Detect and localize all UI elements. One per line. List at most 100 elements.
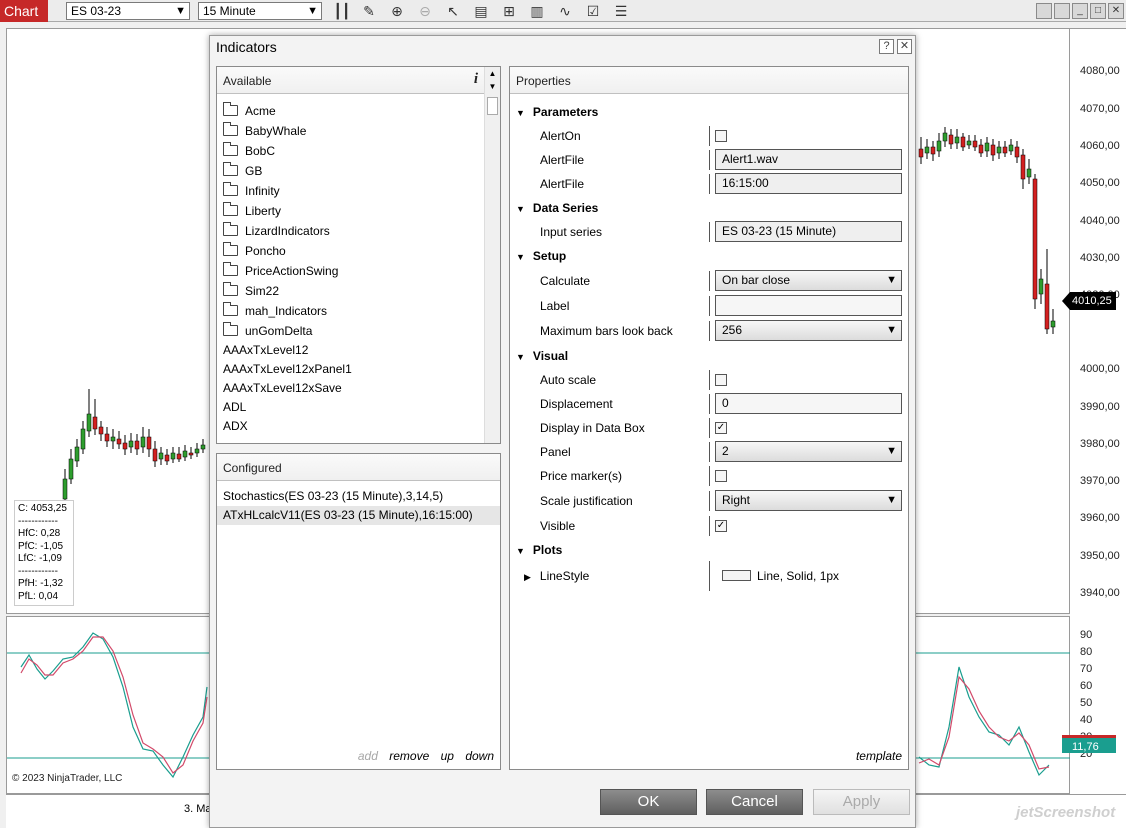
category-parameters[interactable]: ▼ Parameters: [516, 105, 598, 119]
price-candle: [996, 141, 1002, 159]
indicator-item[interactable]: AAAxTxLevel12: [217, 341, 485, 360]
properties-icon[interactable]: ☑: [584, 2, 602, 20]
available-list[interactable]: Acme BabyWhale BobC GB Infinity Liberty Lizard…: [217, 95, 485, 443]
folder-item[interactable]: Sim22: [217, 281, 485, 301]
available-scrollbar[interactable]: ▲ ▼: [484, 67, 500, 443]
collapse-icon: ▼: [516, 352, 525, 362]
price-candle: [110, 429, 116, 449]
folder-item[interactable]: BabyWhale: [217, 121, 485, 141]
scalejust-select[interactable]: Right ▼: [715, 490, 902, 511]
visible-checkbox[interactable]: ✓: [715, 520, 727, 532]
databox-checkbox[interactable]: ✓: [715, 422, 727, 434]
price-axis[interactable]: 4080,00 4070,00 4060,00 4050,00 4040,00 4030,…: [1070, 28, 1126, 794]
zoom-in-icon[interactable]: ⊕: [388, 2, 406, 20]
oscillator-value-marker: 11,76: [1062, 735, 1116, 753]
price-candle: [918, 137, 924, 164]
alertfile2-field[interactable]: 16:15:00: [715, 173, 902, 194]
help-button[interactable]: ?: [879, 39, 894, 54]
list-icon[interactable]: ☰: [612, 2, 630, 20]
alerton-checkbox[interactable]: [715, 130, 727, 142]
displacement-field[interactable]: 0: [715, 393, 902, 414]
remove-link[interactable]: remove: [389, 749, 429, 763]
linestyle-value[interactable]: Line, Solid, 1px: [757, 569, 839, 583]
bars-chart-icon[interactable]: ▥: [528, 2, 546, 20]
folder-item[interactable]: GB: [217, 161, 485, 181]
category-setup[interactable]: ▼ Setup: [516, 249, 566, 263]
configured-item[interactable]: ATxHLcalcV11(ES 03-23 (15 Minute),16:15:…: [217, 506, 500, 525]
category-data-series[interactable]: ▼ Data Series: [516, 201, 598, 215]
category-visual[interactable]: ▼ Visual: [516, 349, 568, 363]
folder-item[interactable]: Liberty: [217, 201, 485, 221]
data-box-icon[interactable]: ▤: [472, 2, 490, 20]
up-link[interactable]: up: [441, 749, 454, 763]
maxbars-label: Maximum bars look back: [540, 324, 673, 338]
bar-type-icon[interactable]: ┃┃: [333, 2, 351, 20]
price-candle: [1038, 269, 1044, 304]
scroll-down-icon[interactable]: ▼: [485, 80, 500, 93]
indicators-icon[interactable]: ⊞: [500, 2, 518, 20]
window-option2-button[interactable]: [1054, 3, 1070, 19]
calculate-value: On bar close: [722, 273, 791, 287]
folder-item[interactable]: Infinity: [217, 181, 485, 201]
databox-separator: ------------: [18, 565, 58, 577]
dialog-close-button[interactable]: ✕: [897, 39, 912, 54]
strategy-icon[interactable]: ∿: [556, 2, 574, 20]
info-icon[interactable]: i: [474, 71, 478, 88]
configured-item[interactable]: Stochastics(ES 03-23 (15 Minute),3,14,5): [217, 487, 500, 506]
calculate-select[interactable]: On bar close ▼: [715, 270, 902, 291]
apply-button[interactable]: Apply: [813, 789, 910, 815]
pointer-icon[interactable]: ↖: [444, 2, 462, 20]
category-label: Parameters: [532, 105, 599, 119]
down-link[interactable]: down: [465, 749, 494, 763]
close-window-button[interactable]: ✕: [1108, 3, 1124, 19]
interval-select[interactable]: 15 Minute ▼: [198, 2, 322, 20]
databox-pfh: PfH: -1,32: [18, 578, 64, 589]
minimize-button[interactable]: _: [1072, 3, 1088, 19]
alertfile-field[interactable]: Alert1.wav: [715, 149, 902, 170]
available-title: Available: [223, 74, 272, 88]
folder-item[interactable]: PriceActionSwing: [217, 261, 485, 281]
folder-item[interactable]: unGomDelta: [217, 321, 485, 341]
indicator-item[interactable]: AAAxTxLevel12xSave: [217, 379, 485, 398]
price-candle: [948, 129, 954, 149]
instrument-select[interactable]: ES 03-23 ▼: [66, 2, 190, 20]
maxbars-select[interactable]: 256 ▼: [715, 320, 902, 341]
folder-item[interactable]: LizardIndicators: [217, 221, 485, 241]
cancel-button[interactable]: Cancel: [706, 789, 803, 815]
folder-item[interactable]: Poncho: [217, 241, 485, 261]
available-header: Available i: [217, 67, 500, 94]
line-swatch-icon[interactable]: [722, 570, 751, 581]
pencil-icon[interactable]: ✎: [360, 2, 378, 20]
folder-item[interactable]: mah_Indicators: [217, 301, 485, 321]
pricemarker-label: Price marker(s): [540, 469, 623, 483]
alertfile-label: AlertFile: [540, 153, 585, 167]
folder-label: PriceActionSwing: [245, 264, 339, 278]
template-link[interactable]: template: [856, 749, 902, 763]
alertfile2-label: AlertFile: [540, 177, 585, 191]
scroll-thumb[interactable]: [487, 97, 498, 115]
zoom-out-icon[interactable]: ⊖: [416, 2, 434, 20]
instrument-value: ES 03-23: [71, 4, 122, 18]
panel-select[interactable]: 2 ▼: [715, 441, 902, 462]
indicator-item[interactable]: ADL: [217, 398, 485, 417]
divider: [709, 296, 710, 316]
window-option-button[interactable]: [1036, 3, 1052, 19]
folder-item[interactable]: Acme: [217, 101, 485, 121]
scroll-up-icon[interactable]: ▲: [485, 67, 500, 80]
pricemarker-checkbox[interactable]: [715, 470, 727, 482]
category-plots[interactable]: ▼ Plots: [516, 543, 562, 557]
ok-button[interactable]: OK: [600, 789, 697, 815]
price-candle: [1026, 159, 1032, 184]
chart-tab[interactable]: Chart: [0, 0, 48, 22]
label-field[interactable]: [715, 295, 902, 316]
input-series-field[interactable]: ES 03-23 (15 Minute): [715, 221, 902, 242]
maximize-button[interactable]: □: [1090, 3, 1106, 19]
linestyle-row[interactable]: ▶ LineStyle: [524, 569, 589, 583]
folder-item[interactable]: BobC: [217, 141, 485, 161]
expand-icon: ▶: [524, 572, 531, 582]
add-link[interactable]: add: [358, 749, 378, 763]
indicator-item[interactable]: ADX: [217, 417, 485, 436]
indicator-item[interactable]: AAAxTxLevel12xPanel1: [217, 360, 485, 379]
price-candle: [960, 133, 966, 151]
autoscale-checkbox[interactable]: [715, 374, 727, 386]
